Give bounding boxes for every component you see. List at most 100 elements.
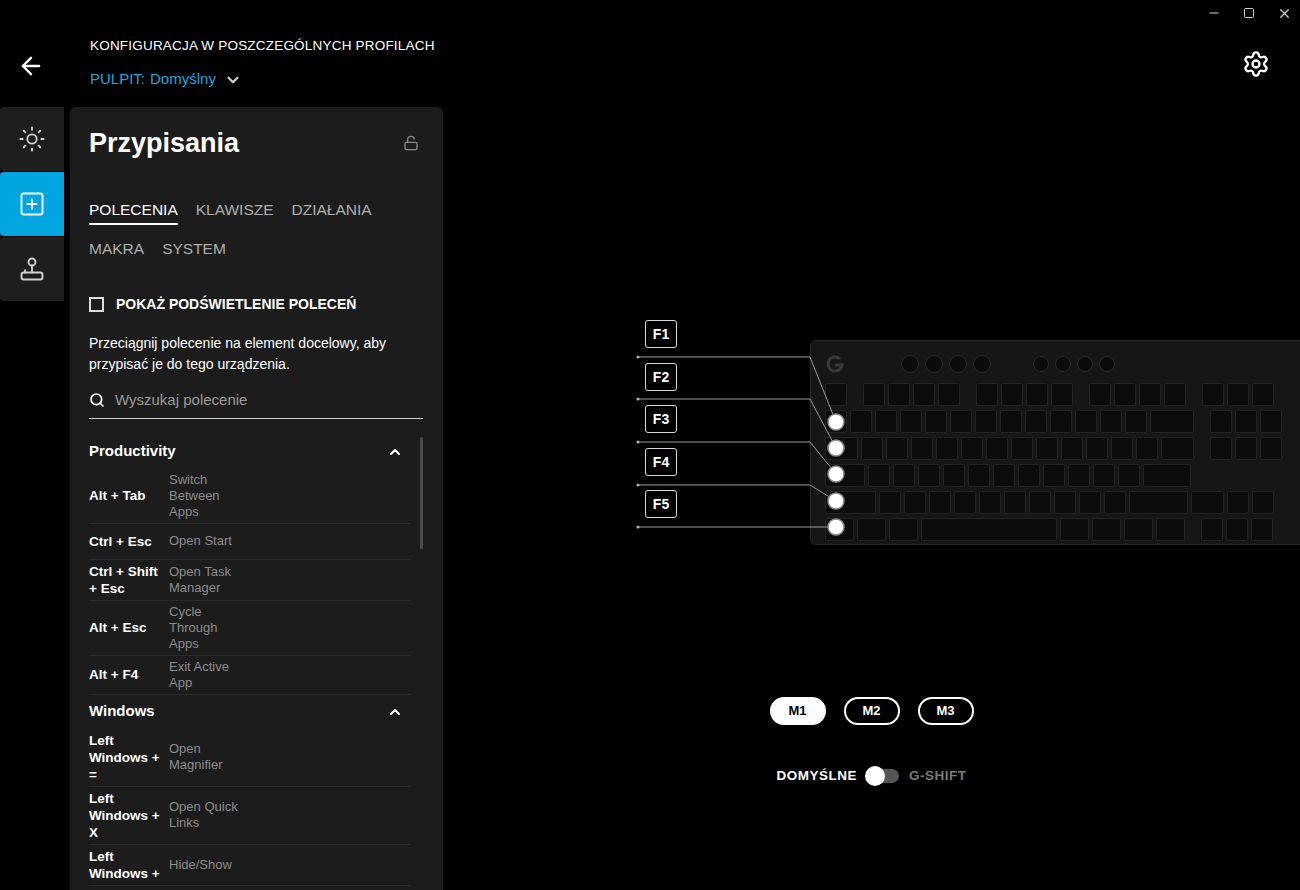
keyboard-key — [1079, 491, 1101, 514]
command-list: Productivity Alt + TabSwitch Between Apps… — [89, 435, 423, 890]
keyboard-key — [1114, 383, 1136, 406]
keyboard-key — [1139, 383, 1161, 406]
mode-button[interactable]: M3 — [918, 697, 974, 725]
tab[interactable]: KLAWISZE — [196, 198, 274, 225]
logitech-g-logo-icon — [825, 354, 845, 374]
search-icon — [89, 392, 105, 408]
keyboard-key — [1252, 383, 1274, 406]
scrollbar[interactable] — [420, 437, 423, 549]
keyboard-key — [1104, 491, 1126, 514]
profile-selector[interactable]: PULPIT:Domyślny — [90, 68, 1242, 91]
command-keys: Alt + Tab — [89, 487, 169, 504]
maximize-icon[interactable] — [1243, 7, 1255, 19]
keyboard-key — [936, 437, 958, 460]
keyboard-key — [1252, 491, 1274, 514]
tab-bar: POLECENIA KLAWISZE DZIAŁANIA MAKRA SYSTEM — [89, 198, 434, 265]
keyboard-key — [1227, 491, 1249, 514]
section-title: Productivity — [89, 440, 176, 463]
body: Przypisania POLECENIA KLAWISZE DZIAŁANIA MAK… — [0, 107, 1300, 890]
command-row[interactable]: Left Windows +Hide/Show — [89, 845, 411, 886]
unlocked-icon[interactable] — [403, 135, 419, 151]
command-description: Hide/Show — [169, 857, 243, 873]
keyboard-key — [1004, 491, 1026, 514]
keyboard-key — [1043, 464, 1065, 487]
back-arrow-icon[interactable] — [17, 52, 45, 80]
g-key-label[interactable]: F3 — [645, 405, 677, 433]
chevron-up-icon[interactable] — [387, 444, 403, 460]
keyboard-key — [1201, 518, 1223, 541]
keyboard-key — [911, 437, 933, 460]
close-icon[interactable] — [1277, 6, 1292, 21]
command-row[interactable]: Alt + TabSwitch Between Apps — [89, 469, 411, 524]
section-header[interactable]: Productivity — [89, 435, 411, 469]
instruction-text: Przeciągnij polecenie na element docelow… — [89, 333, 419, 375]
keyboard-key — [1061, 437, 1083, 460]
command-row[interactable]: Left Windows + XOpen Quick Links — [89, 787, 411, 845]
keyboard-key — [1092, 518, 1121, 541]
command-row[interactable]: Left Windows + =Open Magnifier — [89, 729, 411, 787]
command-row[interactable]: Ctrl + Shift + EscOpen Task Manager — [89, 560, 411, 601]
command-row[interactable]: Ctrl + EscOpen Start — [89, 524, 411, 560]
keyboard-round-button — [949, 355, 967, 373]
keyboard-key — [1226, 518, 1248, 541]
keyboard-media-button — [1077, 356, 1093, 372]
keyboard-key — [1001, 383, 1023, 406]
profile-label: PULPIT: — [90, 68, 145, 91]
lighting-icon — [18, 125, 46, 153]
chevron-up-icon[interactable] — [387, 704, 403, 720]
checkbox[interactable] — [89, 297, 104, 312]
device-diagram: F1 F2 F3 F4 F5 — [443, 107, 1300, 667]
mode-buttons: M1 M2 M3 — [770, 697, 974, 725]
keyboard-top-strip — [825, 349, 1300, 379]
keyboard-key — [1260, 410, 1282, 433]
keyboard-key — [868, 464, 890, 487]
g-key-label[interactable]: F2 — [645, 363, 677, 391]
keyboard-key — [850, 410, 872, 433]
mode-button[interactable]: M1 — [770, 697, 826, 725]
keyboard-key — [986, 437, 1008, 460]
keyboard-key-row — [825, 410, 1300, 433]
tab[interactable]: SYSTEM — [162, 237, 226, 264]
command-keys: Alt + F4 — [89, 666, 169, 683]
command-keys: Left Windows + — [89, 848, 169, 882]
keyboard-key — [976, 383, 998, 406]
command-row[interactable]: Alt + F4Exit Active App — [89, 656, 411, 695]
gshift-toggle-row: DOMYŚLNEG-SHIFT — [776, 766, 966, 786]
keyboard-key — [1026, 383, 1048, 406]
tab[interactable]: DZIAŁANIA — [292, 198, 372, 225]
minimize-icon[interactable] — [1207, 6, 1221, 20]
keyboard-key — [1068, 464, 1090, 487]
rail-item[interactable] — [0, 172, 64, 236]
rail-item[interactable] — [0, 237, 64, 301]
command-keys: Left Windows + X — [89, 790, 169, 841]
command-row[interactable]: Alt + EscCycle Through Apps — [89, 601, 411, 656]
command-section: WindowsLeft Windows + =Open MagnifierLef… — [89, 695, 411, 886]
section-header[interactable]: Windows — [89, 695, 411, 729]
keyboard-key — [1235, 437, 1257, 460]
keyboard-key — [875, 410, 897, 433]
keyboard-key — [904, 491, 926, 514]
keyboard-key — [1260, 437, 1282, 460]
keyboard-key-row — [825, 518, 1300, 541]
keyboard-key — [1143, 464, 1191, 487]
chevron-down-icon[interactable] — [224, 71, 242, 89]
game-icon — [18, 255, 46, 283]
highlight-checkbox-row[interactable]: POKAŻ PODŚWIETLENIE POLECEŃ — [89, 294, 423, 315]
keyboard-key — [888, 383, 910, 406]
gshift-switch[interactable] — [867, 769, 899, 783]
gear-icon[interactable] — [1242, 50, 1270, 78]
g-key-label[interactable]: F1 — [645, 320, 677, 348]
tab[interactable]: POLECENIA — [89, 198, 178, 225]
keyboard-key — [918, 464, 940, 487]
search-field[interactable]: Wyszukaj polecenie — [89, 389, 423, 419]
g-key-label[interactable]: F4 — [645, 448, 677, 476]
keyboard-key — [879, 491, 901, 514]
mode-button[interactable]: M2 — [844, 697, 900, 725]
panel-title: Przypisania — [89, 123, 239, 164]
keyboard-key — [1118, 464, 1140, 487]
tab[interactable]: MAKRA — [89, 237, 144, 264]
keyboard-key — [1227, 383, 1249, 406]
keyboard-key — [1060, 518, 1089, 541]
g-key-label[interactable]: F5 — [645, 490, 677, 518]
rail-item[interactable] — [0, 107, 64, 171]
